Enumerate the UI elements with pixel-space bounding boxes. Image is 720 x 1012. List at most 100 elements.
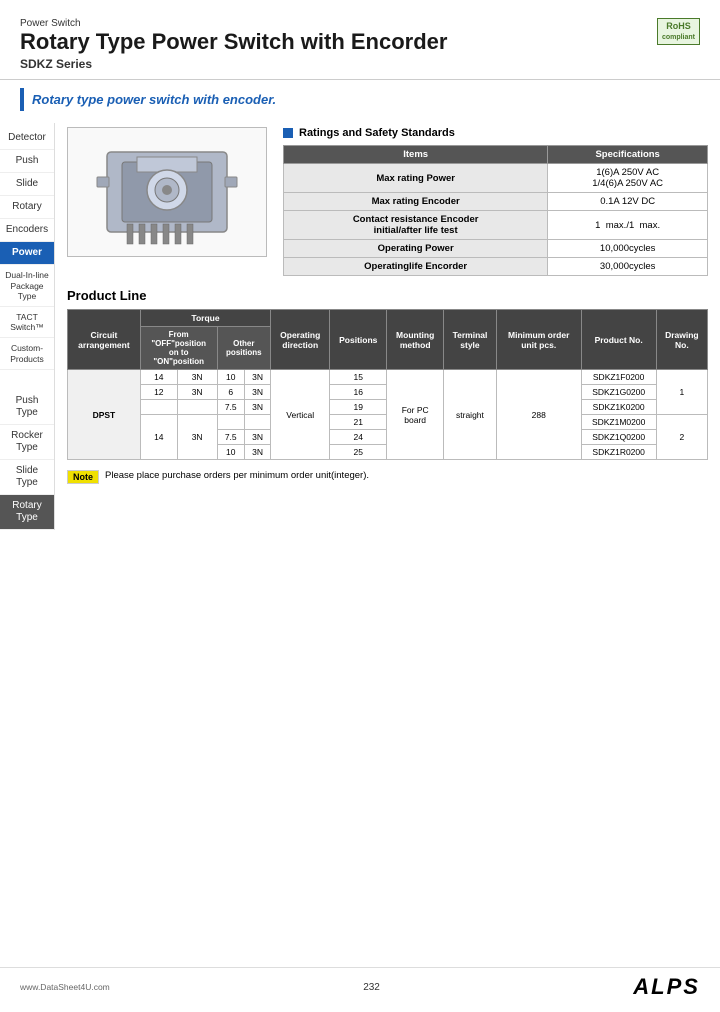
col-operating-dir: Operatingdirection (271, 310, 330, 370)
rating-spec: 30,000cycles (548, 258, 708, 276)
other-unit: 3N (244, 385, 270, 400)
rating-spec: 1(6)A 250V AC1/4(6)A 250V AC (548, 164, 708, 193)
col-product-no: Product No. (581, 310, 656, 370)
rating-item: Operating Power (284, 240, 548, 258)
sidebar-item-push-type[interactable]: Push Type (0, 390, 54, 425)
tagline-text: Rotary type power switch with encoder. (32, 92, 276, 107)
from-val: 14 (140, 370, 177, 385)
positions: 15 (330, 370, 387, 385)
rohs-badge: RoHS compliant (657, 18, 700, 45)
col-other-pos: Otherpositions (217, 327, 271, 370)
terminal-style: straight (444, 370, 497, 460)
product-line-title: Product Line (67, 288, 708, 303)
positions: 25 (330, 445, 387, 460)
sidebar-item-slide[interactable]: Slide (0, 173, 54, 196)
from-unit: 3N (177, 370, 217, 385)
ratings-title-icon (283, 128, 293, 138)
rating-spec: 10,000cycles (548, 240, 708, 258)
sidebar-item-custom[interactable]: Custom-Products (0, 338, 54, 369)
table-row: Contact resistance Encoderinitial/after … (284, 211, 708, 240)
table-row: Operating Power 10,000cycles (284, 240, 708, 258)
other-val: 10 (217, 370, 244, 385)
rating-item: Max rating Power (284, 164, 548, 193)
from-unit (177, 400, 217, 415)
rating-spec: 0.1A 12V DC (548, 193, 708, 211)
drawing-no: 2 (656, 415, 707, 460)
circuit-dpst: DPST (68, 370, 141, 460)
footer-url: www.DataSheet4U.com (20, 982, 110, 992)
content-area: Ratings and Safety Standards Items Speci… (55, 123, 720, 529)
header-title: Rotary Type Power Switch with Encorder (20, 29, 700, 55)
positions: 19 (330, 400, 387, 415)
sidebar-item-push[interactable]: Push (0, 150, 54, 173)
from-val: 14 (140, 415, 177, 460)
product-no: SDKZ1G0200 (581, 385, 656, 400)
other-unit: 3N (244, 370, 270, 385)
col-min-order: Minimum orderunit pcs. (496, 310, 581, 370)
other-val: 7.5 (217, 430, 244, 445)
product-no: SDKZ1R0200 (581, 445, 656, 460)
op-direction: Vertical (271, 370, 330, 460)
rating-spec: 1 max./1 max. (548, 211, 708, 240)
tagline-bar: Rotary type power switch with encoder. (20, 88, 700, 111)
product-table: Circuitarrangement Torque Operatingdirec… (67, 309, 708, 460)
col-from-off: From"OFF"positionon to"ON"position (140, 327, 217, 370)
sidebar-item-rocker-type[interactable]: Rocker Type (0, 425, 54, 460)
footer: www.DataSheet4U.com 232 ALPS (0, 967, 720, 1000)
col-mounting: Mountingmethod (387, 310, 444, 370)
product-no: SDKZ1Q0200 (581, 430, 656, 445)
from-val (140, 400, 177, 415)
main-layout: Detector Push Slide Rotary Encoders Powe… (0, 119, 720, 533)
other-unit: 3N (244, 400, 270, 415)
sidebar-item-power[interactable]: Power (0, 242, 54, 265)
from-unit: 3N (177, 385, 217, 400)
note-section: Note Please place purchase orders per mi… (67, 470, 708, 484)
sidebar-item-detector[interactable]: Detector (0, 127, 54, 150)
from-unit: 3N (177, 415, 217, 460)
sidebar-item-tact[interactable]: TACT Switch™ (0, 307, 54, 338)
product-no: SDKZ1M0200 (581, 415, 656, 430)
other-unit (244, 415, 270, 430)
table-row: Operatinglife Encorder 30,000cycles (284, 258, 708, 276)
positions: 21 (330, 415, 387, 430)
sidebar-item-slide-type[interactable]: Slide Type (0, 460, 54, 495)
page-header: Power Switch Rotary Type Power Switch wi… (0, 0, 720, 80)
rating-item: Max rating Encoder (284, 193, 548, 211)
ratings-title: Ratings and Safety Standards (283, 127, 708, 139)
sidebar-item-rotary-type[interactable]: Rotary Type (0, 495, 54, 530)
table-row: DPST 14 3N 10 3N Vertical 15 For PCboard… (68, 370, 708, 385)
col-drawing: DrawingNo. (656, 310, 707, 370)
ratings-col-items: Items (284, 146, 548, 164)
footer-brand: ALPS (633, 974, 700, 1000)
col-circuit: Circuitarrangement (68, 310, 141, 370)
other-val: 10 (217, 445, 244, 460)
other-val: 7.5 (217, 400, 244, 415)
other-unit: 3N (244, 445, 270, 460)
col-torque-group: Torque (140, 310, 270, 327)
drawing-no: 1 (656, 370, 707, 415)
sidebar-item-encoders[interactable]: Encoders (0, 219, 54, 242)
min-order: 288 (496, 370, 581, 460)
ratings-table: Items Specifications Max rating Power 1(… (283, 145, 708, 276)
ratings-section: Ratings and Safety Standards Items Speci… (283, 127, 708, 276)
header-subtitle: Power Switch (20, 18, 700, 29)
other-val: 6 (217, 385, 244, 400)
positions: 24 (330, 430, 387, 445)
ratings-col-specs: Specifications (548, 146, 708, 164)
col-positions: Positions (330, 310, 387, 370)
other-unit: 3N (244, 430, 270, 445)
product-no: SDKZ1K0200 (581, 400, 656, 415)
rating-item: Contact resistance Encoderinitial/after … (284, 211, 548, 240)
note-badge: Note (67, 470, 99, 484)
header-series: SDKZ Series (20, 57, 700, 71)
product-no: SDKZ1F0200 (581, 370, 656, 385)
other-val (217, 415, 244, 430)
footer-page: 232 (363, 982, 380, 993)
sidebar-item-rotary[interactable]: Rotary (0, 196, 54, 219)
from-val: 12 (140, 385, 177, 400)
sidebar-item-dual-inline[interactable]: Dual-In-line Package Type (0, 265, 54, 307)
col-terminal: Terminalstyle (444, 310, 497, 370)
note-text: Please place purchase orders per minimum… (105, 470, 369, 481)
table-row: Max rating Power 1(6)A 250V AC1/4(6)A 25… (284, 164, 708, 193)
mounting-method: For PCboard (387, 370, 444, 460)
